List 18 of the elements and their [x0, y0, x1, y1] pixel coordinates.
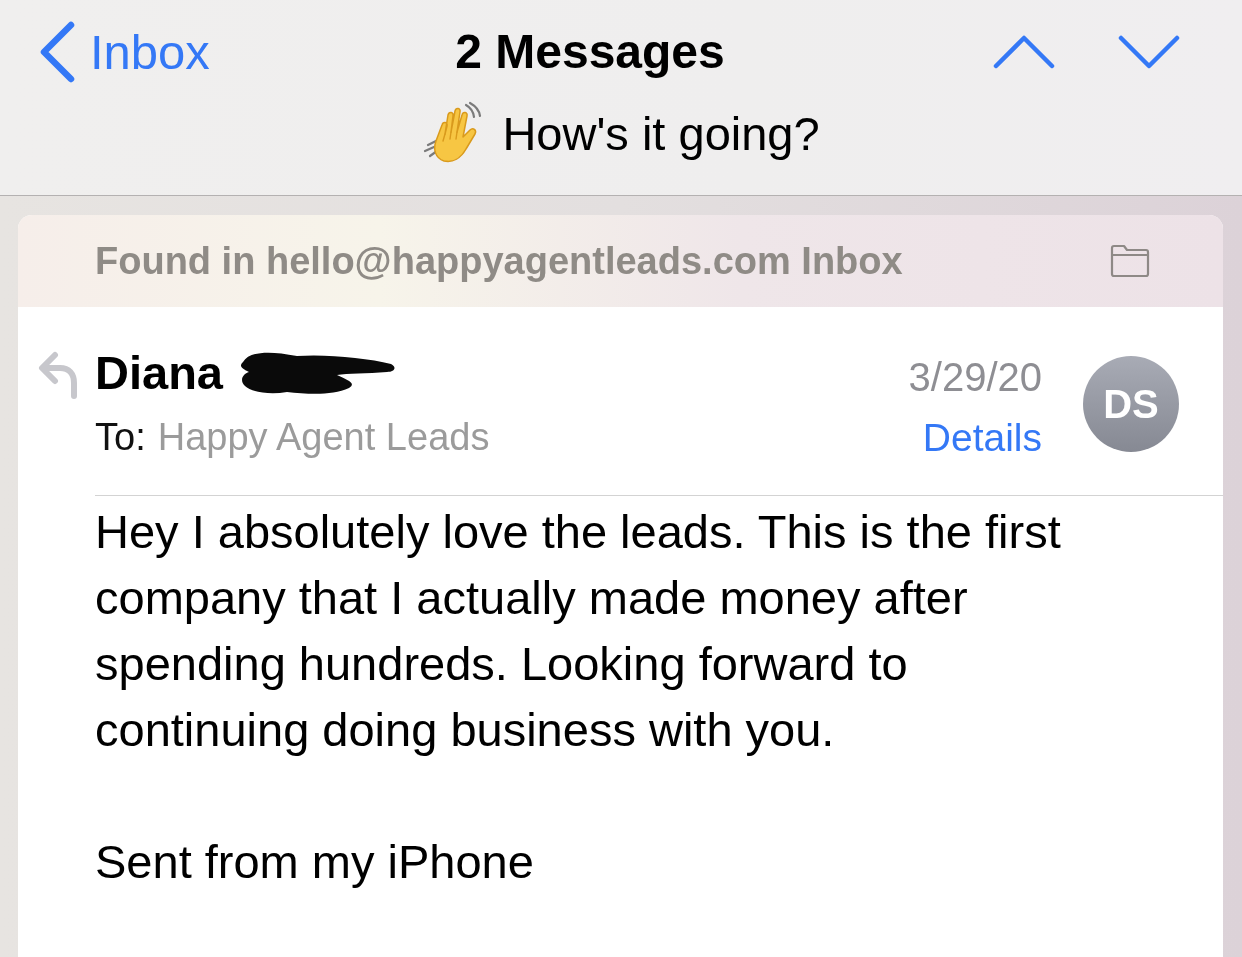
details-link[interactable]: Details: [922, 415, 1042, 461]
to-label: To:: [95, 415, 146, 460]
chevron-left-icon: [38, 21, 76, 83]
recipient-name: Happy Agent Leads: [157, 415, 490, 460]
message-date: 3/29/20: [908, 354, 1042, 401]
folder-button[interactable]: [1110, 244, 1150, 278]
folder-icon: [1110, 244, 1150, 278]
chevron-down-icon: [1118, 35, 1180, 69]
sender-avatar: DS: [1083, 356, 1179, 452]
back-button[interactable]: Inbox: [38, 21, 210, 83]
sender-name: Diana: [95, 345, 223, 401]
mailbox-location-text: Found in hello@happyagentleads.com Inbox: [95, 238, 903, 284]
previous-message-button[interactable]: [993, 35, 1055, 69]
next-message-button[interactable]: [1118, 35, 1180, 69]
chevron-up-icon: [993, 35, 1055, 69]
message-count-title: 2 Messages: [455, 28, 725, 76]
message-paragraph: Hey I absolutely love the leads. This is the first company that I actually made money after spending hundreds. Looking forward to continuing doing business with you.: [95, 504, 1062, 758]
message-paragraph: Sent from my iPhone: [95, 834, 535, 890]
